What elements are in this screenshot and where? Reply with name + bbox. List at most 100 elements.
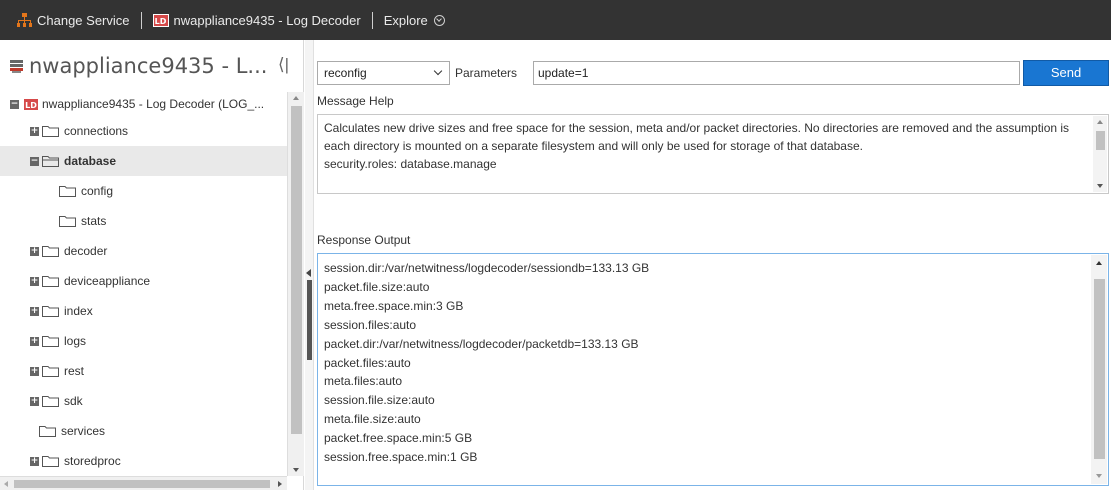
minus-box-icon[interactable]: − [30,156,39,166]
tree-node-connections[interactable]: + connections [0,116,287,146]
command-select[interactable]: reconfig [317,61,450,85]
tree-node-storedproc[interactable]: + storedproc [0,446,287,476]
panel-title: nwappliance9435 - L... [29,54,268,78]
folder-icon [42,246,59,257]
node-tree-panel: nwappliance9435 - L... ⟨| − LD nwapplian… [0,40,304,490]
tree-node-label: logs [64,334,87,348]
plus-box-icon[interactable]: + [30,336,39,346]
plus-box-icon[interactable]: + [30,306,39,316]
tree-node-config[interactable]: config [0,176,287,206]
response-line: meta.file.size:auto [324,412,421,427]
response-line: packet.free.space.min:5 GB [324,431,473,446]
separator [140,11,142,29]
plus-box-icon[interactable]: + [30,246,39,256]
folder-icon [39,426,56,437]
tree-node-database[interactable]: − database [0,146,287,176]
tree-horizontal-scrollbar[interactable] [0,476,287,490]
plus-box-icon[interactable]: + [30,366,39,376]
response-output-label: Response Output [317,233,411,247]
response-line: session.free.space.min:1 GB [324,450,478,465]
tree-node-label: stats [81,214,107,228]
splitter-grip[interactable] [307,280,312,360]
scrollbar-thumb[interactable] [1096,131,1105,150]
scroll-down-icon[interactable] [293,468,299,472]
plus-box-icon[interactable]: + [30,396,39,406]
collapse-panel-icon[interactable]: ⟨| [278,55,289,75]
panel-splitter[interactable] [305,40,314,490]
folder-icon [59,186,76,197]
parameters-label: Parameters [455,66,518,80]
tree-node-stats[interactable]: stats [0,206,287,236]
log-decoder-badge-icon: LD [152,13,169,27]
tree-node-label: rest [64,364,85,378]
tree-vertical-scrollbar[interactable] [287,92,304,476]
message-help-label: Message Help [317,94,394,108]
top-bar: Change Service LD nwappliance9435 - Log … [0,0,1111,40]
chevron-down-icon [433,66,443,76]
command-panel: reconfig Parameters update=1 Send Messag… [314,40,1111,490]
folder-open-icon [42,156,59,167]
change-service-button[interactable]: Change Service [0,0,130,40]
plus-box-icon[interactable]: + [30,276,39,286]
help-text: Calculates new drive sizes and free spac… [324,121,1070,153]
tree-node-logs[interactable]: + logs [0,326,287,356]
hierarchy-icon [17,12,32,27]
response-scrollbar[interactable] [1091,255,1107,484]
scroll-up-icon[interactable] [293,96,299,100]
message-help-box: Calculates new drive sizes and free spac… [317,114,1109,194]
response-line: meta.free.space.min:3 GB [324,298,464,313]
collapse-left-icon[interactable] [306,269,311,277]
service-breadcrumb[interactable]: LD nwappliance9435 - Log Decoder [152,0,361,40]
help-scrollbar[interactable] [1093,116,1107,192]
tree-node-label: index [64,304,93,318]
scroll-left-icon[interactable] [4,481,8,487]
folder-icon [42,456,59,467]
scroll-up-icon[interactable] [1096,261,1102,265]
scroll-down-icon[interactable] [1096,474,1102,478]
scroll-right-icon[interactable] [278,481,282,487]
command-select-value: reconfig [324,66,367,80]
node-tree: − LD nwappliance9435 - Log Decoder (LOG_… [0,92,287,476]
server-icon [10,60,23,73]
tree-node-label: config [81,184,114,198]
scroll-down-icon[interactable] [1097,184,1103,188]
response-line: meta.files:auto [324,374,403,389]
explore-menu[interactable]: Explore [384,0,445,40]
plus-box-icon[interactable]: + [30,456,39,466]
send-button[interactable]: Send [1023,60,1109,86]
explore-label: Explore [383,12,428,28]
tree-node-label: database [64,154,117,168]
parameters-input[interactable]: update=1 [533,61,1020,85]
separator [371,11,373,29]
scroll-up-icon[interactable] [1097,120,1103,124]
tree-node-label: storedproc [64,454,121,468]
tree-node-decoder[interactable]: + decoder [0,236,287,266]
response-line: session.files:auto [324,317,417,332]
tree-node-deviceappliance[interactable]: + deviceappliance [0,266,287,296]
tree-node-label: decoder [64,244,108,258]
scrollbar-thumb[interactable] [1094,279,1105,459]
tree-node-sdk[interactable]: + sdk [0,386,287,416]
plus-box-icon[interactable]: + [30,126,39,136]
tree-root[interactable]: − LD nwappliance9435 - Log Decoder (LOG_… [0,92,287,116]
folder-icon [42,396,59,407]
folder-icon [59,216,76,227]
response-line: packet.file.size:auto [324,279,430,294]
tree-node-label: connections [64,124,129,138]
scrollbar-thumb[interactable] [14,480,270,488]
tree-node-services[interactable]: services [0,416,287,446]
folder-icon [42,276,59,287]
folder-icon [42,366,59,377]
tree-node-index[interactable]: + index [0,296,287,326]
tree-node-label: services [61,424,106,438]
minus-box-icon[interactable]: − [10,99,19,109]
response-line: session.file.size:auto [324,393,435,408]
folder-icon [42,336,59,347]
folder-icon [42,126,59,137]
change-service-label: Change Service [37,12,130,28]
log-decoder-badge-icon: LD [23,97,39,111]
tree-node-rest[interactable]: + rest [0,356,287,386]
tree-node-label: sdk [64,394,83,408]
scrollbar-thumb[interactable] [291,106,302,434]
response-output-box[interactable]: session.dir:/var/netwitness/logdecoder/s… [317,253,1109,486]
